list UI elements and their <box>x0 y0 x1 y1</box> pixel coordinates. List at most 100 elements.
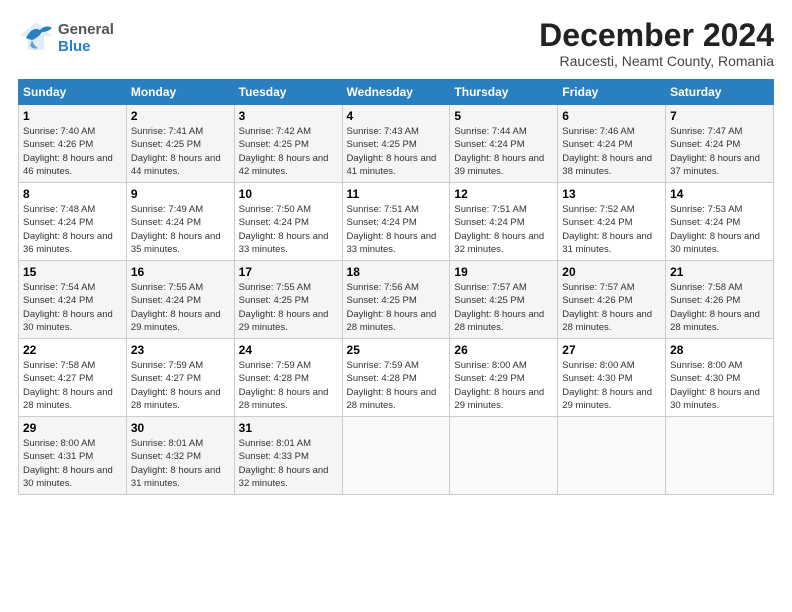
day-info: Sunrise: 7:59 AM Sunset: 4:28 PM Dayligh… <box>347 359 446 412</box>
main-title: December 2024 <box>539 18 774 53</box>
day-number: 9 <box>131 187 230 201</box>
day-number: 20 <box>562 265 661 279</box>
calendar-day-cell: 20 Sunrise: 7:57 AM Sunset: 4:26 PM Dayli… <box>558 261 666 339</box>
calendar-day-cell: 13 Sunrise: 7:52 AM Sunset: 4:24 PM Dayli… <box>558 183 666 261</box>
header: General Blue December 2024 Raucesti, Nea… <box>18 18 774 69</box>
day-info: Sunrise: 7:47 AM Sunset: 4:24 PM Dayligh… <box>670 125 769 178</box>
day-info: Sunrise: 7:59 AM Sunset: 4:27 PM Dayligh… <box>131 359 230 412</box>
calendar-day-cell: 22Sunrise: 7:58 AM Sunset: 4:27 PM Dayli… <box>19 339 127 417</box>
calendar-day-cell: 29Sunrise: 8:00 AM Sunset: 4:31 PM Dayli… <box>19 417 127 495</box>
day-number: 17 <box>239 265 338 279</box>
day-number: 21 <box>670 265 769 279</box>
calendar-header-cell: Tuesday <box>234 80 342 105</box>
calendar-header-cell: Sunday <box>19 80 127 105</box>
day-info: Sunrise: 8:00 AM Sunset: 4:30 PM Dayligh… <box>562 359 661 412</box>
logo: General Blue <box>18 18 114 59</box>
calendar-day-cell: 16 Sunrise: 7:55 AM Sunset: 4:24 PM Dayli… <box>126 261 234 339</box>
calendar-day-cell: 25 Sunrise: 7:59 AM Sunset: 4:28 PM Dayli… <box>342 339 450 417</box>
day-info: Sunrise: 7:55 AM Sunset: 4:24 PM Dayligh… <box>131 281 230 334</box>
day-info: Sunrise: 7:57 AM Sunset: 4:26 PM Dayligh… <box>562 281 661 334</box>
day-info: Sunrise: 7:53 AM Sunset: 4:24 PM Dayligh… <box>670 203 769 256</box>
calendar-header-row: SundayMondayTuesdayWednesdayThursdayFrid… <box>19 80 774 105</box>
calendar-day-cell: 6Sunrise: 7:46 AM Sunset: 4:24 PM Daylig… <box>558 105 666 183</box>
day-number: 19 <box>454 265 553 279</box>
calendar-day-cell: 27Sunrise: 8:00 AM Sunset: 4:30 PM Dayli… <box>558 339 666 417</box>
calendar-day-cell <box>558 417 666 495</box>
day-info: Sunrise: 7:54 AM Sunset: 4:24 PM Dayligh… <box>23 281 122 334</box>
day-number: 22 <box>23 343 122 357</box>
day-info: Sunrise: 8:00 AM Sunset: 4:30 PM Dayligh… <box>670 359 769 412</box>
calendar-body: 1Sunrise: 7:40 AM Sunset: 4:26 PM Daylig… <box>19 105 774 495</box>
calendar-day-cell: 26Sunrise: 8:00 AM Sunset: 4:29 PM Dayli… <box>450 339 558 417</box>
day-info: Sunrise: 7:48 AM Sunset: 4:24 PM Dayligh… <box>23 203 122 256</box>
day-number: 4 <box>347 109 446 123</box>
calendar-day-cell: 2 Sunrise: 7:41 AM Sunset: 4:25 PM Daylig… <box>126 105 234 183</box>
day-number: 8 <box>23 187 122 201</box>
day-info: Sunrise: 7:59 AM Sunset: 4:28 PM Dayligh… <box>239 359 338 412</box>
calendar-day-cell: 4 Sunrise: 7:43 AM Sunset: 4:25 PM Daylig… <box>342 105 450 183</box>
day-number: 5 <box>454 109 553 123</box>
day-number: 31 <box>239 421 338 435</box>
calendar-header-cell: Thursday <box>450 80 558 105</box>
calendar-day-cell: 17Sunrise: 7:55 AM Sunset: 4:25 PM Dayli… <box>234 261 342 339</box>
calendar-table: SundayMondayTuesdayWednesdayThursdayFrid… <box>18 79 774 495</box>
calendar-day-cell: 7 Sunrise: 7:47 AM Sunset: 4:24 PM Daylig… <box>666 105 774 183</box>
day-number: 18 <box>347 265 446 279</box>
calendar-week-row: 15 Sunrise: 7:54 AM Sunset: 4:24 PM Dayli… <box>19 261 774 339</box>
day-number: 16 <box>131 265 230 279</box>
calendar-header-cell: Friday <box>558 80 666 105</box>
calendar-header-cell: Monday <box>126 80 234 105</box>
logo-general: General <box>58 22 114 39</box>
logo-blue: Blue <box>58 39 114 56</box>
calendar-day-cell: 10Sunrise: 7:50 AM Sunset: 4:24 PM Dayli… <box>234 183 342 261</box>
day-number: 24 <box>239 343 338 357</box>
day-number: 14 <box>670 187 769 201</box>
calendar-week-row: 8 Sunrise: 7:48 AM Sunset: 4:24 PM Daylig… <box>19 183 774 261</box>
calendar-day-cell <box>450 417 558 495</box>
day-info: Sunrise: 7:40 AM Sunset: 4:26 PM Dayligh… <box>23 125 122 178</box>
title-block: December 2024 Raucesti, Neamt County, Ro… <box>539 18 774 69</box>
day-number: 13 <box>562 187 661 201</box>
calendar-day-cell: 19 Sunrise: 7:57 AM Sunset: 4:25 PM Dayli… <box>450 261 558 339</box>
calendar-day-cell: 3 Sunrise: 7:42 AM Sunset: 4:25 PM Daylig… <box>234 105 342 183</box>
calendar-day-cell: 23Sunrise: 7:59 AM Sunset: 4:27 PM Dayli… <box>126 339 234 417</box>
day-info: Sunrise: 7:52 AM Sunset: 4:24 PM Dayligh… <box>562 203 661 256</box>
page: General Blue December 2024 Raucesti, Nea… <box>0 0 792 612</box>
calendar-day-cell: 30 Sunrise: 8:01 AM Sunset: 4:32 PM Dayli… <box>126 417 234 495</box>
calendar-week-row: 22Sunrise: 7:58 AM Sunset: 4:27 PM Dayli… <box>19 339 774 417</box>
day-info: Sunrise: 7:46 AM Sunset: 4:24 PM Dayligh… <box>562 125 661 178</box>
calendar-day-cell <box>342 417 450 495</box>
calendar-week-row: 29Sunrise: 8:00 AM Sunset: 4:31 PM Dayli… <box>19 417 774 495</box>
day-number: 7 <box>670 109 769 123</box>
calendar-header-cell: Wednesday <box>342 80 450 105</box>
calendar-day-cell <box>666 417 774 495</box>
day-info: Sunrise: 7:43 AM Sunset: 4:25 PM Dayligh… <box>347 125 446 178</box>
calendar-day-cell: 9 Sunrise: 7:49 AM Sunset: 4:24 PM Daylig… <box>126 183 234 261</box>
calendar-day-cell: 18Sunrise: 7:56 AM Sunset: 4:25 PM Dayli… <box>342 261 450 339</box>
calendar-day-cell: 15 Sunrise: 7:54 AM Sunset: 4:24 PM Dayli… <box>19 261 127 339</box>
day-info: Sunrise: 7:41 AM Sunset: 4:25 PM Dayligh… <box>131 125 230 178</box>
day-number: 10 <box>239 187 338 201</box>
day-number: 15 <box>23 265 122 279</box>
calendar-day-cell: 14 Sunrise: 7:53 AM Sunset: 4:24 PM Dayli… <box>666 183 774 261</box>
day-number: 30 <box>131 421 230 435</box>
day-info: Sunrise: 7:51 AM Sunset: 4:24 PM Dayligh… <box>347 203 446 256</box>
day-info: Sunrise: 7:49 AM Sunset: 4:24 PM Dayligh… <box>131 203 230 256</box>
day-number: 12 <box>454 187 553 201</box>
calendar-day-cell: 21 Sunrise: 7:58 AM Sunset: 4:26 PM Dayli… <box>666 261 774 339</box>
day-number: 25 <box>347 343 446 357</box>
calendar-day-cell: 8 Sunrise: 7:48 AM Sunset: 4:24 PM Daylig… <box>19 183 127 261</box>
day-info: Sunrise: 7:57 AM Sunset: 4:25 PM Dayligh… <box>454 281 553 334</box>
day-info: Sunrise: 7:58 AM Sunset: 4:26 PM Dayligh… <box>670 281 769 334</box>
logo-text: General Blue <box>58 22 114 55</box>
day-info: Sunrise: 8:01 AM Sunset: 4:33 PM Dayligh… <box>239 437 338 490</box>
day-info: Sunrise: 7:42 AM Sunset: 4:25 PM Dayligh… <box>239 125 338 178</box>
day-number: 11 <box>347 187 446 201</box>
day-info: Sunrise: 8:00 AM Sunset: 4:31 PM Dayligh… <box>23 437 122 490</box>
day-number: 3 <box>239 109 338 123</box>
day-info: Sunrise: 8:01 AM Sunset: 4:32 PM Dayligh… <box>131 437 230 490</box>
calendar-day-cell: 11 Sunrise: 7:51 AM Sunset: 4:24 PM Dayli… <box>342 183 450 261</box>
day-number: 2 <box>131 109 230 123</box>
calendar-day-cell: 12Sunrise: 7:51 AM Sunset: 4:24 PM Dayli… <box>450 183 558 261</box>
logo-bird-icon <box>18 18 54 59</box>
